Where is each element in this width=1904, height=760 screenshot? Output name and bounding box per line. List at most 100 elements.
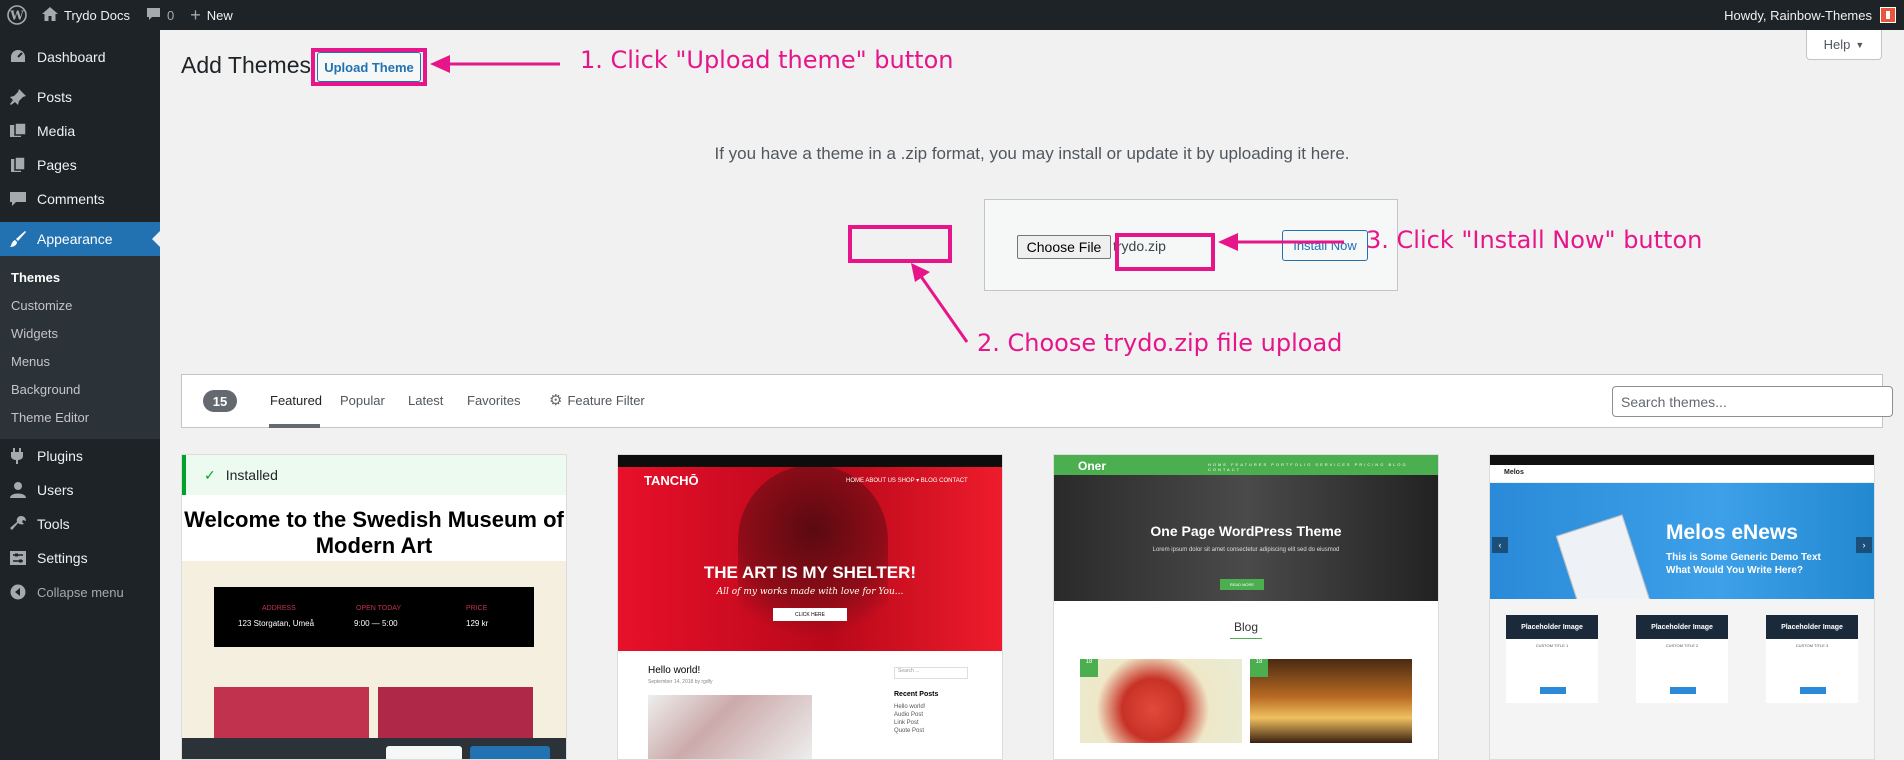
theme-preview-subline: All of my works made with love for You..… <box>716 587 904 597</box>
tab-featured[interactable]: Featured <box>270 393 322 408</box>
comments-count: 0 <box>166 7 175 23</box>
collapse-menu-button[interactable]: Collapse menu <box>0 575 160 609</box>
theme-preview-cards: Placeholder Image CUSTOM TITLE 1 Placeho… <box>1490 599 1874 759</box>
checkmark-icon: ✓ <box>204 466 216 483</box>
tab-favorites[interactable]: Favorites <box>467 393 520 408</box>
theme-preview-logo: Melos <box>1504 469 1524 476</box>
pages-icon <box>8 155 28 175</box>
sidebar-item-appearance[interactable]: Appearance <box>0 222 160 256</box>
theme-preview-button: READ MORE <box>1220 579 1264 590</box>
collapse-arrow-icon <box>8 582 28 602</box>
placeholder-card: Placeholder Image CUSTOM TITLE 3 <box>1766 615 1858 703</box>
theme-preview-button: CLICK HERE <box>773 608 847 621</box>
sidebar-item-label: Comments <box>37 191 105 207</box>
sidebar-item-label: Plugins <box>37 448 83 464</box>
theme-preview-recent-heading: Recent Posts <box>894 691 939 698</box>
sidebar-item-label: Users <box>37 482 74 498</box>
wordpress-logo-icon[interactable]: W <box>0 0 34 30</box>
theme-preview-photo <box>738 465 888 651</box>
subline-text: This is Some Generic Demo Text <box>1666 552 1821 563</box>
search-themes-input[interactable] <box>1612 386 1893 417</box>
theme-action-button[interactable] <box>470 746 550 759</box>
info-label: OPEN TODAY <box>356 605 402 612</box>
theme-preview-blog-heading: Blog <box>1233 620 1259 634</box>
theme-preview-title: Welcome to the Swedish Museum of Modern … <box>184 507 564 558</box>
tab-latest[interactable]: Latest <box>408 393 443 408</box>
theme-preview-image <box>1080 659 1242 743</box>
theme-preview-recent-list: Hello world! Audio Post Link Post Quote … <box>894 703 925 735</box>
submenu-item-themes[interactable]: Themes <box>0 263 160 291</box>
svg-text:W: W <box>9 9 24 23</box>
collapse-menu-label: Collapse menu <box>37 584 124 600</box>
sidebar-item-settings[interactable]: Settings <box>0 541 160 575</box>
sidebar-item-dashboard[interactable]: Dashboard <box>0 40 160 74</box>
site-name-link[interactable]: Trydo Docs <box>34 0 138 30</box>
submenu-item-widgets[interactable]: Widgets <box>0 319 160 347</box>
subline-text: What Would You Write Here? <box>1666 565 1804 576</box>
site-name: Trydo Docs <box>64 7 130 23</box>
theme-preview-post-meta: September 14, 2018 by rgdfy <box>648 679 713 685</box>
sidebar-item-label: Appearance <box>37 231 113 247</box>
theme-preview-menu: HOME ABOUT US SHOP ▾ BLOG CONTACT <box>846 478 968 484</box>
comments-link[interactable]: 0 <box>138 0 182 30</box>
sidebar-item-label: Settings <box>37 550 88 566</box>
sidebar-item-posts[interactable]: Posts <box>0 80 160 114</box>
highlight-install-now <box>1115 233 1215 271</box>
help-tab-button[interactable]: Help ▼ <box>1806 30 1882 60</box>
plus-icon: + <box>190 5 201 25</box>
theme-preview-post-title: Hello world! <box>648 665 701 676</box>
card-text: CUSTOM TITLE 2 <box>1665 643 1699 648</box>
card-button <box>1670 687 1696 694</box>
install-now-button[interactable]: Install Now <box>1282 230 1368 261</box>
theme-card-installed[interactable]: ✓ Installed Welcome to the Swedish Museu… <box>181 454 567 760</box>
theme-card-melos[interactable]: Melos Melos eNews This is Some Generic D… <box>1489 454 1875 760</box>
sidebar-item-label: Media <box>37 123 76 139</box>
my-account-link[interactable]: Howdy, Rainbow-Themes <box>1724 7 1904 23</box>
theme-preview-headline: One Page WordPress Theme <box>1150 523 1342 539</box>
theme-action-button[interactable] <box>386 746 462 759</box>
theme-actions-bar <box>182 738 566 759</box>
new-content-link[interactable]: + New <box>182 0 241 30</box>
theme-preview-post-image <box>648 695 812 759</box>
recent-item: Hello world! <box>894 704 926 710</box>
placeholder-card: Placeholder Image CUSTOM TITLE 2 <box>1636 615 1728 703</box>
card-button <box>1540 687 1566 694</box>
upload-help-text: If you have a theme in a .zip format, yo… <box>714 144 1350 163</box>
feature-filter-button[interactable]: ⚙ Feature Filter <box>549 393 645 408</box>
theme-filter-bar: 15 Featured Popular Latest Favorites ⚙ F… <box>181 374 1893 428</box>
theme-preview-image <box>1250 659 1412 743</box>
card-heading: Placeholder Image <box>1636 615 1728 639</box>
submenu-item-customize[interactable]: Customize <box>0 291 160 319</box>
sidebar-item-users[interactable]: Users <box>0 473 160 507</box>
tab-popular[interactable]: Popular <box>340 393 385 408</box>
card-text: CUSTOM TITLE 3 <box>1795 643 1829 648</box>
chevron-left-icon: ‹ <box>1492 537 1508 553</box>
comments-icon <box>8 189 28 209</box>
user-icon <box>8 480 28 500</box>
sidebar-item-label: Posts <box>37 89 73 105</box>
theme-card-tancho[interactable]: TANCHŌ HOME ABOUT US SHOP ▾ BLOG CONTACT… <box>617 454 1003 760</box>
callout-step3: 3. Click "Install Now" button <box>1366 226 1703 254</box>
help-label: Help <box>1823 37 1851 52</box>
sidebar-item-comments[interactable]: Comments <box>0 182 160 216</box>
sidebar-item-label: Dashboard <box>37 49 106 65</box>
sidebar-item-pages[interactable]: Pages <box>0 148 160 182</box>
card-button <box>1800 687 1826 694</box>
sidebar-item-plugins[interactable]: Plugins <box>0 439 160 473</box>
chevron-right-icon: › <box>1856 537 1872 553</box>
sidebar-item-media[interactable]: Media <box>0 114 160 148</box>
media-icon <box>8 121 28 141</box>
sidebar-item-tools[interactable]: Tools <box>0 507 160 541</box>
info-value: 123 Storgatan, Umeå <box>238 619 315 628</box>
gear-icon: ⚙ <box>549 392 563 409</box>
theme-card-oner[interactable]: Oner HOME FEATURES PORTFOLIO SERVICES PR… <box>1053 454 1439 760</box>
placeholder-card: Placeholder Image CUSTOM TITLE 1 <box>1506 615 1598 703</box>
recent-item: Audio Post <box>894 712 924 718</box>
choose-file-button[interactable]: Choose File <box>1017 235 1111 259</box>
callout-step2: 2. Choose trydo.zip file upload <box>977 329 1343 357</box>
active-tab-indicator <box>269 424 320 428</box>
submenu-item-background[interactable]: Background <box>0 375 160 403</box>
date-badge: 18 <box>1080 659 1098 677</box>
submenu-item-menus[interactable]: Menus <box>0 347 160 375</box>
submenu-item-theme-editor[interactable]: Theme Editor <box>0 403 160 431</box>
